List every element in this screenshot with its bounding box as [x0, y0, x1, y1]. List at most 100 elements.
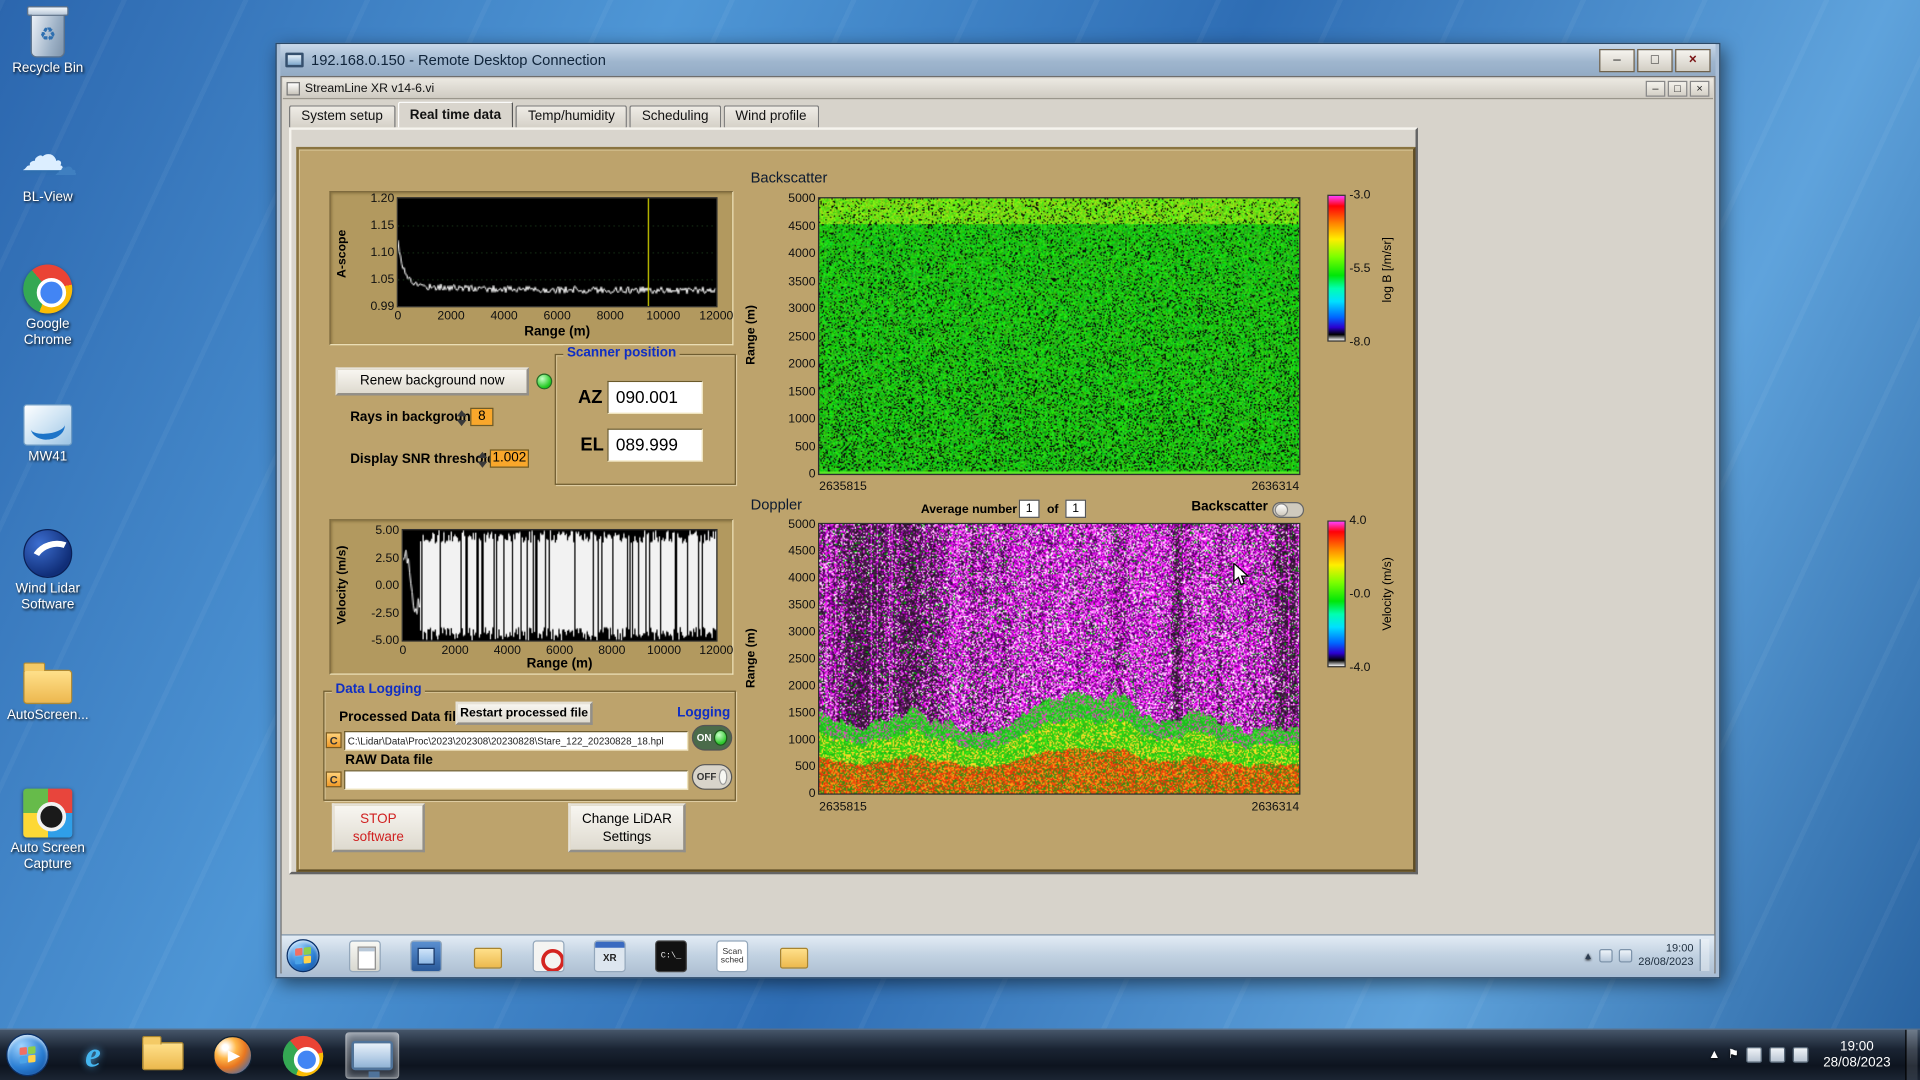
hidden-icons-button[interactable]: ▲ [1708, 1048, 1720, 1061]
remote-hidden-icons-button[interactable]: ▲ [1583, 950, 1593, 961]
y-tick-label: 2000 [788, 679, 816, 694]
vi-minimize-button[interactable]: – [1645, 80, 1666, 97]
colorbar-tick-label: -8.0 [1349, 335, 1371, 349]
decrement-icon[interactable] [477, 461, 488, 468]
tab-bar: System setup Real time data Temp/humidity S… [288, 101, 821, 128]
renew-background-button[interactable]: Renew background now [335, 367, 529, 396]
restart-processed-file-button[interactable]: Restart processed file [455, 701, 593, 725]
vi-restore-button[interactable]: □ [1667, 80, 1688, 97]
rays-value[interactable]: 8 [470, 407, 494, 427]
y-tick-label: 2000 [788, 357, 816, 372]
flag-pane [28, 1054, 36, 1063]
network-icon[interactable] [1769, 1046, 1786, 1063]
tab-scheduling[interactable]: Scheduling [629, 105, 721, 128]
backscatter-heatmap [817, 197, 1301, 476]
remote-volume-icon[interactable] [1599, 948, 1613, 962]
taskbar-file-explorer-button[interactable] [136, 1032, 190, 1079]
system-clock[interactable]: 19:00 28/08/2023 [1816, 1039, 1898, 1071]
snr-spinner[interactable] [477, 451, 489, 469]
average-count-value[interactable]: 1 [1065, 499, 1087, 518]
remote-taskbar-folder-icon[interactable] [471, 940, 503, 972]
increment-icon[interactable] [456, 410, 467, 417]
remote-taskbar-system-monitor-icon[interactable] [410, 939, 443, 972]
remote-taskbar-vi-xr-icon[interactable]: XR [593, 939, 626, 972]
rdp-client-area: StreamLine XR v14-6.vi – □ × System setu… [280, 75, 1716, 975]
flag-pane [303, 946, 312, 956]
y-tick-label: 1000 [788, 733, 816, 747]
taskbar-remote-desktop-button[interactable] [345, 1032, 400, 1079]
remote-session-tray-icon[interactable] [1746, 1046, 1762, 1063]
flag-pane [19, 1047, 27, 1056]
colorbar-tick-label: -3.0 [1349, 188, 1371, 203]
show-desktop-button[interactable] [1905, 1029, 1918, 1080]
processed-drive-box[interactable]: C [325, 732, 342, 749]
x-tick-label: 2000 [437, 309, 465, 324]
raw-path-input[interactable] [344, 770, 689, 790]
tab-wind-profile[interactable]: Wind profile [723, 105, 819, 128]
decrement-icon[interactable] [456, 420, 467, 427]
raw-drive-box[interactable]: C [325, 771, 342, 788]
y-tick-label: 3500 [788, 598, 816, 613]
window-controls: – □ × [1599, 48, 1711, 72]
increment-icon[interactable] [477, 451, 488, 458]
taskbar-internet-explorer-button[interactable]: e [66, 1032, 120, 1079]
remote-clock[interactable]: 19:00 28/08/2023 [1638, 942, 1693, 969]
change-lidar-settings-button[interactable]: Change LiDAR Settings [568, 803, 686, 853]
backscatter-doppler-toggle[interactable] [1272, 502, 1305, 518]
desktop-icon-label: Google Chrome [23, 317, 72, 348]
az-value[interactable]: 090.001 [607, 380, 703, 414]
desktop-icon-bl-view[interactable]: BL-View [5, 130, 91, 206]
vi-close-button[interactable]: × [1689, 80, 1710, 97]
ascope-plot [396, 197, 718, 308]
desktop-icon-recycle-bin[interactable]: Recycle Bin [5, 6, 91, 77]
remote-start-button[interactable] [286, 939, 320, 973]
snr-value[interactable]: 1.002 [489, 449, 529, 468]
vi-titlebar[interactable]: StreamLine XR v14-6.vi – □ × [282, 78, 1714, 100]
desktop-icon-wind-lidar[interactable]: Wind Lidar Software [5, 528, 91, 613]
desktop-icon-mw41[interactable]: MW41 [5, 399, 91, 465]
remote-network-icon[interactable] [1618, 948, 1633, 962]
ascope-plot-container: A-scope Range (m) 1.20 1.15 1.10 1.05 0.99 0 2… [329, 191, 734, 346]
y-tick-label: 5000 [788, 517, 816, 532]
desktop-icon-google-chrome[interactable]: Google Chrome [5, 264, 91, 348]
remote-taskbar-command-prompt-icon[interactable]: C:\_ [655, 939, 687, 972]
raw-logging-switch[interactable]: OFF [691, 764, 733, 790]
desktop-icon-auto-screen-capture[interactable]: Auto Screen Capture [5, 788, 91, 873]
start-button[interactable] [6, 1033, 49, 1077]
average-number-value[interactable]: 1 [1018, 499, 1040, 518]
stop-software-button[interactable]: STOP software [331, 803, 425, 853]
velocity-y-axis-label: Velocity (m/s) [335, 545, 349, 625]
close-button[interactable]: × [1675, 48, 1711, 72]
remote-taskbar-notepad-icon[interactable] [348, 939, 381, 972]
y-tick-label: 0 [808, 787, 816, 801]
processed-logging-switch[interactable]: ON [691, 724, 733, 751]
remote-taskbar-icons: XR C:\_ Scan sched [286, 939, 810, 973]
windows-flag-icon [295, 946, 312, 965]
processed-path-input[interactable] [344, 731, 689, 751]
tab-real-time-data[interactable]: Real time data [397, 101, 514, 128]
tab-temp-humidity[interactable]: Temp/humidity [515, 105, 628, 128]
y-tick-label: 0 [808, 467, 816, 482]
remote-taskbar-documents-folder-icon[interactable] [778, 940, 810, 972]
minimize-button[interactable]: – [1599, 48, 1635, 72]
action-center-flag-icon[interactable]: ⚑ [1728, 1048, 1739, 1061]
y-tick-label: 1.15 [370, 219, 395, 233]
tab-system-setup[interactable]: System setup [288, 105, 396, 128]
desktop-icon-autoscreen[interactable]: AutoScreen... [5, 659, 91, 724]
remote-taskbar-scan-sched-icon[interactable]: Scan sched [716, 939, 749, 972]
taskbar-chrome-button[interactable] [276, 1032, 330, 1079]
doppler-x-start: 2635815 [819, 800, 867, 815]
volume-icon[interactable] [1792, 1046, 1809, 1063]
remote-show-desktop-button[interactable] [1699, 939, 1710, 972]
remote-taskbar-power-off-icon[interactable] [532, 939, 565, 972]
doppler-y-axis-label: Range (m) [744, 628, 758, 689]
el-value[interactable]: 089.999 [607, 428, 703, 462]
media-player-icon [213, 1035, 253, 1076]
y-tick-label: 1500 [788, 706, 816, 720]
taskbar-media-player-button[interactable] [206, 1032, 260, 1079]
maximize-button[interactable]: □ [1637, 48, 1673, 72]
file-explorer-icon [142, 1035, 184, 1070]
rays-spinner[interactable] [456, 409, 468, 427]
rdp-titlebar[interactable]: 192.168.0.150 - Remote Desktop Connectio… [280, 44, 1716, 76]
desktop-icon-label: MW41 [28, 449, 68, 465]
